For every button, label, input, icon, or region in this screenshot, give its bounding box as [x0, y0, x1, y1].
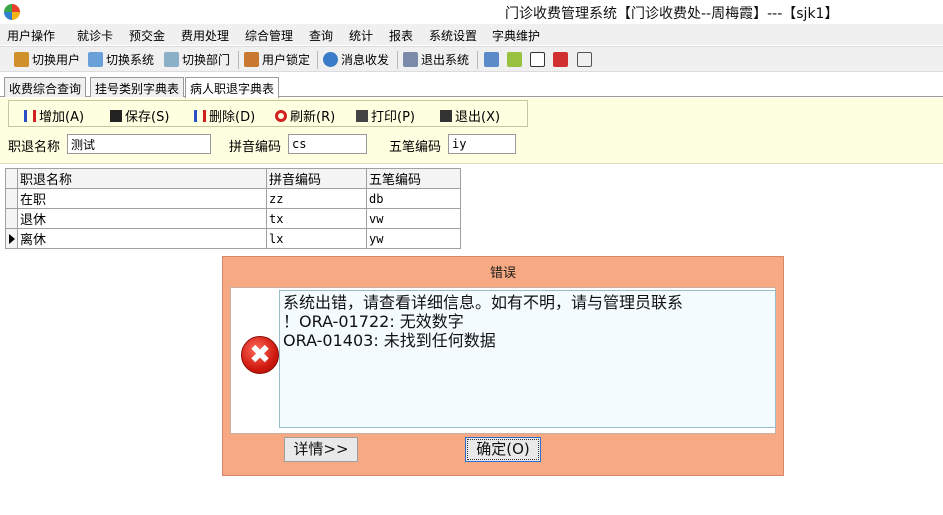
switch-system-button[interactable]: 切换系统 [88, 51, 154, 69]
delete-button[interactable]: 删除(D) [194, 106, 255, 125]
row-indicator [5, 188, 18, 209]
row-pointer-icon [9, 234, 15, 244]
toolbar-separator [238, 51, 239, 69]
add-icon [24, 110, 36, 122]
column-header-pinyin[interactable]: 拼音编码 [266, 168, 367, 189]
table-row[interactable]: 退休 tx vw [5, 208, 461, 229]
switch-dept-icon [164, 52, 179, 67]
menu-card[interactable]: 就诊卡 [77, 27, 113, 44]
tab-patient-retirement[interactable]: 病人职退字典表 [185, 77, 280, 98]
refresh-icon [275, 110, 287, 122]
cell-name[interactable]: 在职 [17, 188, 267, 209]
switch-user-icon [14, 52, 29, 67]
print-icon [356, 110, 368, 122]
tab-strip: 收费综合查询 挂号类别字典表 病人职退字典表 [0, 77, 943, 98]
menu-user-ops[interactable]: 用户操作 [7, 27, 55, 44]
exit-system-button[interactable]: 退出系统 [403, 51, 469, 69]
error-message-line: 系统出错，请查看详细信息。如有不明，请与管理员联系 [283, 293, 684, 312]
error-message-box[interactable]: 系统出错，请查看详细信息。如有不明，请与管理员联系 ！ORA-01722: 无效… [279, 290, 776, 428]
tab-registration-types[interactable]: 挂号类别字典表 [90, 77, 185, 97]
save-icon [110, 110, 122, 122]
details-button[interactable]: 详情>> [284, 437, 358, 462]
messages-button[interactable]: 消息收发 [323, 51, 389, 69]
exit-icon [403, 52, 418, 67]
ok-button[interactable]: 确定(O) [465, 437, 541, 462]
menu-reports[interactable]: 报表 [389, 27, 413, 44]
print-button[interactable]: 打印(P) [356, 106, 415, 125]
menu-query[interactable]: 查询 [309, 27, 333, 44]
name-input[interactable] [67, 134, 211, 154]
menu-bar: 用户操作 就诊卡 预交金 费用处理 综合管理 查询 统计 报表 系统设置 字典维… [0, 24, 943, 45]
row-indicator [5, 208, 18, 229]
cell-wubi[interactable]: db [366, 188, 461, 209]
yen-icon[interactable] [507, 52, 522, 67]
menu-admin[interactable]: 综合管理 [245, 27, 293, 44]
cell-name[interactable]: 离休 [17, 228, 267, 249]
add-button[interactable]: 增加(A) [24, 106, 84, 125]
cell-pinyin[interactable]: lx [266, 228, 367, 249]
tab-fee-query[interactable]: 收费综合查询 [4, 77, 87, 97]
cell-pinyin[interactable]: tx [266, 208, 367, 229]
data-grid: 职退名称 拼音编码 五笔编码 在职 zz db 退休 tx vw 离休 lx y… [5, 168, 461, 249]
menu-deposit[interactable]: 预交金 [129, 27, 165, 44]
dialog-title: 错误 [489, 266, 516, 281]
copy-icon[interactable] [553, 52, 568, 67]
document-icon[interactable] [577, 52, 592, 67]
column-header-name[interactable]: 职退名称 [17, 168, 267, 189]
menu-fees[interactable]: 费用处理 [181, 27, 229, 44]
cell-wubi[interactable]: yw [366, 228, 461, 249]
action-bar: 增加(A) 保存(S) 删除(D) 刷新(R) 打印(P) 退出(X) [8, 100, 528, 127]
checkbox-icon[interactable] [530, 52, 545, 67]
menu-settings[interactable]: 系统设置 [429, 27, 477, 44]
edit-panel: 增加(A) 保存(S) 删除(D) 刷新(R) 打印(P) 退出(X) 职退名称… [0, 98, 943, 164]
cell-pinyin[interactable]: zz [266, 188, 367, 209]
toolbar-separator [397, 51, 398, 69]
delete-icon [194, 110, 206, 122]
window-title: 门诊收费管理系统【门诊收费处--周梅霞】---【sjk1】 [505, 6, 839, 22]
pinyin-label: 拼音编码 [229, 140, 282, 155]
save-button[interactable]: 保存(S) [110, 106, 169, 125]
error-dialog: 错误 ✖ 系统出错，请查看详细信息。如有不明，请与管理员联系 ！ORA-0172… [222, 256, 784, 476]
table-row[interactable]: 在职 zz db [5, 188, 461, 209]
title-bar: 门诊收费管理系统【门诊收费处--周梅霞】---【sjk1】 [0, 0, 943, 24]
app-logo-icon [4, 4, 20, 20]
lock-user-button[interactable]: 用户锁定 [244, 51, 310, 69]
exit-button[interactable]: 退出(X) [440, 106, 500, 125]
lock-icon [244, 52, 259, 67]
toolbar-separator [317, 51, 318, 69]
error-message-line: ORA-01403: 未找到任何数据 [283, 331, 496, 350]
menu-stats[interactable]: 统计 [349, 27, 373, 44]
info-icon [323, 52, 338, 67]
grid-header-row: 职退名称 拼音编码 五笔编码 [5, 168, 461, 189]
switch-user-button[interactable]: 切换用户 [14, 51, 80, 69]
row-indicator [5, 228, 18, 249]
table-row[interactable]: 离休 lx yw [5, 228, 461, 249]
refresh-button[interactable]: 刷新(R) [275, 106, 335, 125]
column-header-wubi[interactable]: 五笔编码 [366, 168, 461, 189]
menu-dictionary[interactable]: 字典维护 [492, 27, 540, 44]
wubi-label: 五笔编码 [389, 140, 442, 155]
cell-wubi[interactable]: vw [366, 208, 461, 229]
pinyin-input[interactable] [288, 134, 367, 154]
toolbar: 切换用户 切换系统 切换部门 用户锁定 消息收发 退出系统 [0, 46, 943, 72]
toolbar-separator [477, 51, 478, 69]
wubi-input[interactable] [448, 134, 516, 154]
switch-dept-button[interactable]: 切换部门 [164, 51, 230, 69]
error-message-line: ！ORA-01722: 无效数字 [283, 312, 464, 331]
grid-corner [5, 168, 18, 189]
edit-icon[interactable] [484, 52, 499, 67]
error-icon: ✖ [241, 336, 279, 374]
cell-name[interactable]: 退休 [17, 208, 267, 229]
dialog-body: ✖ 系统出错，请查看详细信息。如有不明，请与管理员联系 ！ORA-01722: … [230, 287, 776, 434]
name-label: 职退名称 [8, 140, 61, 155]
exit-door-icon [440, 110, 452, 122]
switch-system-icon [88, 52, 103, 67]
